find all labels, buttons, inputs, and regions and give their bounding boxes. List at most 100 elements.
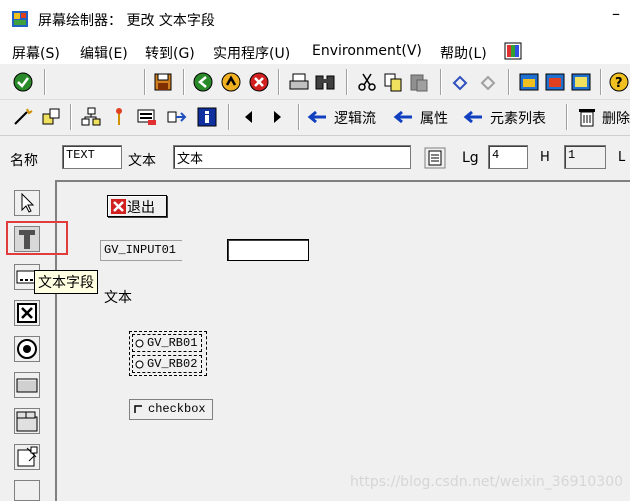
input-field-element[interactable] — [227, 239, 309, 261]
paste-icon[interactable] — [408, 71, 430, 93]
menu-utilities[interactable]: 实用程序(U) — [213, 43, 290, 63]
radio-group[interactable]: GV_RB01 GV_RB02 — [129, 331, 207, 376]
toolbar-separator — [278, 69, 280, 95]
pin-icon[interactable] — [108, 106, 130, 128]
name-field[interactable]: TEXT — [62, 145, 122, 169]
radio-button-2[interactable]: GV_RB02 — [132, 355, 202, 373]
enter-icon[interactable] — [12, 71, 34, 93]
toolbar-separator — [144, 69, 146, 95]
exit-icon[interactable] — [220, 71, 242, 93]
toolbar-separator — [70, 104, 72, 130]
info-icon[interactable] — [196, 106, 218, 128]
element-list-arrow-icon[interactable] — [462, 106, 484, 128]
pushbutton-tool[interactable] — [14, 372, 40, 398]
trash-icon[interactable] — [576, 106, 598, 128]
undo-icon[interactable] — [450, 71, 472, 93]
help-icon[interactable]: ? — [608, 71, 630, 93]
application-toolbar: 逻辑流 属性 元素列表 删除 — [0, 100, 630, 136]
checkbox-tool-icon — [17, 303, 37, 323]
cancel-icon — [111, 199, 126, 214]
menu-edit[interactable]: 编辑(E) — [80, 43, 128, 63]
tabstrip-tool[interactable] — [14, 408, 40, 434]
attributes-arrow-icon[interactable] — [392, 106, 414, 128]
radio-icon — [135, 360, 144, 369]
watermark: https://blog.csdn.net/weixin_36910300 — [350, 474, 624, 490]
tooltip: 文本字段 — [34, 270, 98, 294]
box-tool-icon — [17, 446, 38, 467]
lg-label: Lg — [462, 150, 479, 166]
svg-text:?: ? — [615, 76, 623, 91]
standard-toolbar: ? — [0, 66, 630, 100]
checkbox-icon — [134, 405, 142, 413]
toolbar-separator — [600, 69, 602, 95]
cancel-icon[interactable] — [248, 71, 270, 93]
find-icon[interactable] — [314, 71, 336, 93]
exit-pushbutton[interactable]: 退出 — [107, 195, 167, 217]
new-session-icon[interactable] — [518, 71, 540, 93]
wand-icon[interactable] — [12, 106, 34, 128]
cut-icon[interactable] — [356, 71, 378, 93]
copy-icon[interactable] — [382, 71, 404, 93]
menu-environment[interactable]: Environment(V) — [312, 43, 422, 59]
input-label-element[interactable]: GV_INPUT01 — [100, 240, 182, 261]
radio-button-1[interactable]: GV_RB01 — [132, 334, 202, 352]
checkbox-label: checkbox — [148, 402, 206, 416]
layout-editor-icon[interactable] — [136, 106, 158, 128]
tabstrip-tool-icon — [16, 411, 38, 432]
screen-canvas[interactable]: 退出 GV_INPUT01 文本 GV_RB01 GV_RB02 checkbo… — [55, 180, 630, 501]
radio-tool-icon — [17, 339, 37, 359]
text-element[interactable]: 文本 — [104, 287, 132, 307]
menu-help[interactable]: 帮助(L) — [440, 43, 487, 63]
print-icon[interactable] — [288, 71, 310, 93]
hierarchy-icon[interactable] — [80, 106, 102, 128]
shortcut-icon[interactable] — [544, 71, 566, 93]
delete-button[interactable]: 删除 — [602, 108, 630, 128]
radio-tool[interactable] — [14, 336, 40, 362]
length-field[interactable]: 4 — [488, 145, 528, 169]
pointer-icon — [21, 192, 35, 213]
attributes-button[interactable]: 属性 — [420, 108, 448, 128]
back-icon[interactable] — [192, 71, 214, 93]
menu-screen[interactable]: 屏幕(S) — [12, 43, 60, 63]
toolbar-separator — [566, 104, 568, 130]
next-icon[interactable] — [266, 106, 288, 128]
attribute-bar: 名称 TEXT 文本 文本 Lg 4 H 1 L — [0, 137, 630, 177]
app-icon — [12, 11, 28, 27]
radio-1-label: GV_RB01 — [147, 336, 198, 350]
h-label: H — [540, 150, 550, 165]
menu-bar: 屏幕(S) 编辑(E) 转到(G) 实用程序(U) Environment(V)… — [0, 38, 630, 64]
toolbar-separator — [298, 104, 300, 130]
customize-layout-icon[interactable] — [504, 42, 522, 60]
toolbar-separator — [44, 69, 46, 95]
layout-icon[interactable] — [570, 71, 592, 93]
title-bar: 屏幕绘制器： 更改 文本字段 – — [0, 0, 630, 38]
radio-2-label: GV_RB02 — [147, 357, 198, 371]
l-label: L — [618, 150, 626, 165]
dictionary-icon[interactable] — [424, 147, 446, 169]
box-tool[interactable] — [14, 444, 40, 470]
text-field[interactable]: 文本 — [173, 145, 411, 169]
previous-icon[interactable] — [238, 106, 260, 128]
menu-goto[interactable]: 转到(G) — [145, 43, 195, 63]
window-title: 屏幕绘制器： 更改 文本字段 — [38, 13, 215, 29]
checkbox-element[interactable]: checkbox — [129, 399, 213, 420]
height-field: 1 — [564, 145, 606, 169]
flow-logic-button[interactable]: 逻辑流 — [334, 108, 376, 128]
pointer-tool[interactable] — [14, 190, 40, 216]
radio-icon — [135, 339, 144, 348]
highlight-box — [6, 221, 68, 255]
checkbox-tool[interactable] — [14, 300, 40, 326]
element-list-button[interactable]: 元素列表 — [490, 108, 546, 128]
subscreen-tool[interactable] — [14, 480, 40, 501]
redo-icon[interactable] — [476, 71, 498, 93]
flow-logic-arrow-icon[interactable] — [306, 106, 328, 128]
flow-icon[interactable] — [166, 106, 188, 128]
toolbar-separator — [508, 69, 510, 95]
pushbutton-tool-icon — [16, 378, 38, 393]
minimize-button[interactable]: – — [612, 4, 620, 23]
toolbar-separator — [440, 69, 442, 95]
save-icon[interactable] — [152, 71, 174, 93]
display-change-icon[interactable] — [40, 106, 62, 128]
exit-button-label: 退出 — [127, 200, 155, 216]
text-label: 文本 — [128, 153, 156, 169]
